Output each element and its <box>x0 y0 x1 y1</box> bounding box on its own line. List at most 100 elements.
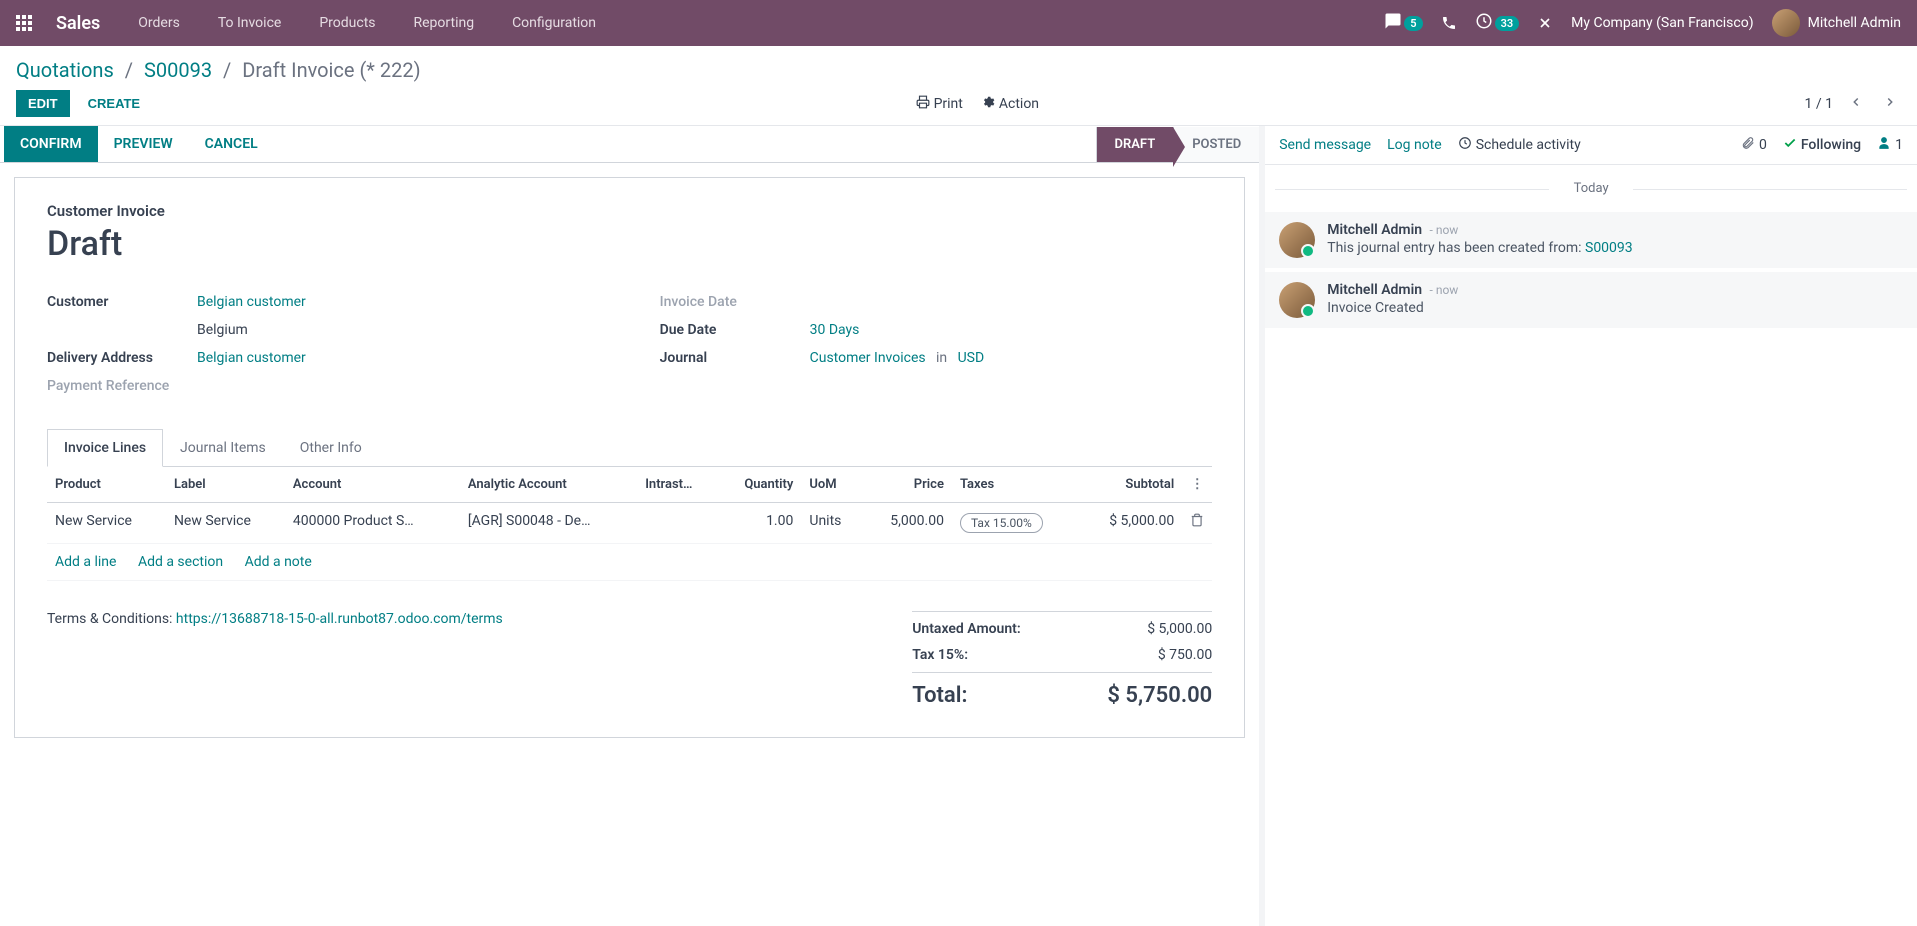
nav-to-invoice[interactable]: To Invoice <box>208 15 292 31</box>
nav-reporting[interactable]: Reporting <box>404 15 485 31</box>
tab-invoice-lines[interactable]: Invoice Lines <box>47 429 163 467</box>
delivery-value[interactable]: Belgian customer <box>197 350 306 366</box>
add-line-link[interactable]: Add a line <box>55 554 116 570</box>
breadcrumb: Quotations / S00093 / Draft Invoice (* 2… <box>16 58 1901 82</box>
delete-line-icon[interactable] <box>1190 515 1204 531</box>
col-taxes[interactable]: Taxes <box>952 467 1079 503</box>
journal-value[interactable]: Customer Invoices <box>810 350 926 366</box>
terms-link[interactable]: https://13688718-15-0-all.runbot87.odoo.… <box>176 611 503 627</box>
cell-label: New Service <box>166 503 285 544</box>
app-brand[interactable]: Sales <box>56 13 100 34</box>
message-author[interactable]: Mitchell Admin <box>1327 222 1422 238</box>
col-subtotal[interactable]: Subtotal <box>1078 467 1182 503</box>
check-icon <box>1783 136 1797 154</box>
activities-button[interactable]: 33 <box>1475 12 1520 34</box>
cell-account: 400000 Product S… <box>285 503 460 544</box>
due-date-value[interactable]: 30 Days <box>810 322 860 338</box>
gear-icon <box>981 95 995 113</box>
col-account[interactable]: Account <box>285 467 460 503</box>
edit-button[interactable]: EDIT <box>16 90 70 117</box>
col-label[interactable]: Label <box>166 467 285 503</box>
message-time: - now <box>1430 223 1459 237</box>
cell-uom: Units <box>801 503 862 544</box>
status-bar: CONFIRM PREVIEW CANCEL DRAFT POSTED <box>0 126 1259 163</box>
clock-icon <box>1458 136 1472 154</box>
followers-count: 1 <box>1895 137 1903 153</box>
nav-orders[interactable]: Orders <box>128 15 190 31</box>
follow-button[interactable]: Following <box>1783 136 1861 154</box>
print-button[interactable]: Print <box>916 95 963 113</box>
due-date-label: Due Date <box>660 322 810 338</box>
log-note-button[interactable]: Log note <box>1387 137 1442 153</box>
message-text: This journal entry has been created from… <box>1327 240 1585 256</box>
cancel-button[interactable]: CANCEL <box>189 126 274 162</box>
cell-product: New Service <box>47 503 166 544</box>
col-quantity[interactable]: Quantity <box>718 467 801 503</box>
confirm-button[interactable]: CONFIRM <box>4 126 98 162</box>
messaging-button[interactable]: 5 <box>1384 12 1422 34</box>
close-icon[interactable] <box>1537 15 1553 31</box>
pager-prev[interactable] <box>1845 94 1867 113</box>
user-name: Mitchell Admin <box>1808 15 1901 31</box>
date-divider: Today <box>1265 181 1917 196</box>
terms-label: Terms & Conditions: <box>47 611 176 627</box>
chat-count: 5 <box>1404 16 1422 31</box>
message-text: Invoice Created <box>1327 300 1903 316</box>
paperclip-icon <box>1741 136 1755 154</box>
table-row[interactable]: New Service New Service 400000 Product S… <box>47 503 1212 544</box>
pager-text: 1 / 1 <box>1805 96 1833 112</box>
tax-value: $ 750.00 <box>1158 647 1212 663</box>
col-intrastat[interactable]: Intrast… <box>637 467 718 503</box>
breadcrumb-order[interactable]: S00093 <box>144 58 212 82</box>
user-menu[interactable]: Mitchell Admin <box>1772 9 1901 37</box>
followers-button[interactable]: 1 <box>1877 136 1903 154</box>
stage-draft[interactable]: DRAFT <box>1096 127 1174 162</box>
total-label: Total: <box>912 683 967 708</box>
add-section-link[interactable]: Add a section <box>138 554 223 570</box>
message-item: Mitchell Admin - now Invoice Created <box>1265 272 1917 328</box>
message-author[interactable]: Mitchell Admin <box>1327 282 1422 298</box>
person-icon <box>1877 136 1891 154</box>
col-uom[interactable]: UoM <box>801 467 862 503</box>
top-navbar: Sales Orders To Invoice Products Reporti… <box>0 0 1917 46</box>
journal-in: in <box>936 350 947 366</box>
cell-subtotal: $ 5,000.00 <box>1078 503 1182 544</box>
tab-journal-items[interactable]: Journal Items <box>163 429 283 467</box>
tab-other-info[interactable]: Other Info <box>283 429 379 467</box>
stage-posted[interactable]: POSTED <box>1173 127 1259 162</box>
chat-icon <box>1384 12 1402 34</box>
cell-analytic: [AGR] S00048 - De… <box>460 503 637 544</box>
message-source-link[interactable]: S00093 <box>1585 240 1633 256</box>
col-options-icon[interactable]: ⋮ <box>1182 467 1212 503</box>
customer-value[interactable]: Belgian customer <box>197 294 306 310</box>
journal-currency[interactable]: USD <box>958 350 985 366</box>
phone-icon[interactable] <box>1441 15 1457 31</box>
col-product[interactable]: Product <box>47 467 166 503</box>
add-note-link[interactable]: Add a note <box>245 554 312 570</box>
breadcrumb-quotations[interactable]: Quotations <box>16 58 114 82</box>
invoice-lines-table: Product Label Account Analytic Account I… <box>47 467 1212 581</box>
company-switcher[interactable]: My Company (San Francisco) <box>1571 15 1753 31</box>
preview-button[interactable]: PREVIEW <box>98 126 189 162</box>
create-button[interactable]: CREATE <box>78 90 150 117</box>
doc-title: Draft <box>47 224 1212 264</box>
action-button[interactable]: Action <box>981 95 1039 113</box>
follow-label: Following <box>1801 137 1861 153</box>
send-message-button[interactable]: Send message <box>1279 137 1371 153</box>
totals-block: Untaxed Amount: $ 5,000.00 Tax 15%: $ 75… <box>912 611 1212 713</box>
total-value: $ 5,750.00 <box>1107 683 1212 708</box>
form-column: CONFIRM PREVIEW CANCEL DRAFT POSTED Cust… <box>0 126 1265 926</box>
tax-label: Tax 15%: <box>912 647 968 663</box>
form-tabs: Invoice Lines Journal Items Other Info <box>47 428 1212 467</box>
col-analytic[interactable]: Analytic Account <box>460 467 637 503</box>
apps-icon[interactable] <box>16 15 32 31</box>
col-price[interactable]: Price <box>863 467 952 503</box>
attachments-button[interactable]: 0 <box>1741 136 1767 154</box>
schedule-activity-button[interactable]: Schedule activity <box>1458 136 1581 154</box>
message-item: Mitchell Admin - now This journal entry … <box>1265 212 1917 268</box>
untaxed-value: $ 5,000.00 <box>1147 621 1212 637</box>
pager-next[interactable] <box>1879 94 1901 113</box>
journal-label: Journal <box>660 350 810 366</box>
nav-products[interactable]: Products <box>309 15 385 31</box>
nav-configuration[interactable]: Configuration <box>502 15 606 31</box>
